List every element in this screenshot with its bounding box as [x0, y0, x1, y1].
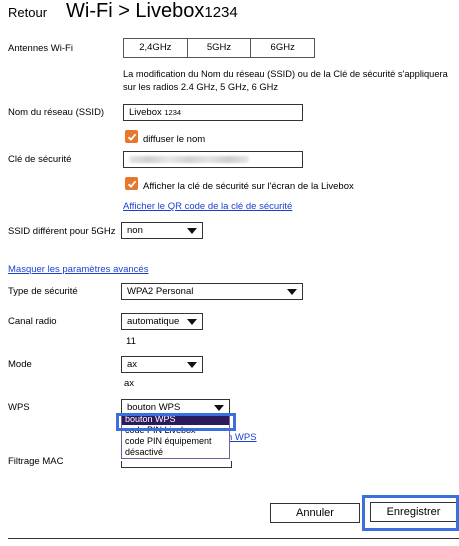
chevron-down-icon — [187, 361, 197, 368]
ssid-5ghz-value: non — [127, 225, 143, 236]
mode-label: Mode — [8, 359, 32, 370]
show-key-checkbox[interactable] — [125, 177, 138, 190]
ssid-input[interactable]: Livebox 1234 — [123, 104, 303, 121]
antenna-segmented-control: 2,4GHz 5GHz 6GHz — [123, 38, 315, 58]
cancel-button[interactable]: Annuler — [270, 503, 360, 523]
wps-option-pin-livebox[interactable]: code PIN Livebox — [122, 425, 229, 436]
mode-select[interactable]: ax — [121, 356, 203, 373]
channel-label: Canal radio — [8, 316, 57, 327]
save-button[interactable]: Enregistrer — [370, 502, 457, 522]
antenna-option-2-4ghz[interactable]: 2,4GHz — [124, 39, 188, 57]
wps-option-bouton[interactable]: bouton WPS — [122, 414, 229, 425]
ssid-5ghz-label: SSID différent pour 5GHz — [8, 226, 116, 237]
show-key-label: Afficher la clé de sécurité sur l'écran … — [143, 181, 354, 192]
ssid-input-value: Livebox — [129, 107, 162, 118]
checkmark-icon — [127, 133, 136, 141]
footer-divider — [8, 538, 459, 539]
page-title-text: Wi-Fi > Livebox — [66, 0, 205, 22]
security-key-label: Clé de sécurité — [8, 154, 72, 165]
chevron-down-icon — [187, 227, 197, 234]
wps-value: bouton WPS — [127, 402, 181, 413]
current-mode: ax — [124, 378, 135, 389]
page-title-ssid: 1234 — [204, 4, 238, 21]
antenna-option-6ghz[interactable]: 6GHz — [251, 39, 314, 57]
security-type-value: WPA2 Personal — [127, 286, 194, 297]
back-link[interactable]: Retour — [8, 5, 47, 20]
chevron-down-icon — [214, 404, 224, 411]
qr-code-link[interactable]: Afficher le QR code de la clé de sécurit… — [123, 201, 292, 212]
broadcast-label: diffuser le nom — [143, 134, 206, 145]
ssid-input-value-suffix: 1234 — [164, 108, 182, 117]
ssid-5ghz-select[interactable]: non — [121, 222, 203, 239]
checkmark-icon — [127, 180, 136, 188]
page-title: Wi-Fi > Livebox1234 — [66, 0, 238, 23]
mac-filter-select[interactable] — [121, 461, 232, 468]
broadcast-checkbox[interactable] — [125, 130, 138, 143]
security-key-input[interactable] — [123, 151, 303, 168]
wps-option-pin-equipement[interactable]: code PIN équipement — [122, 436, 229, 447]
wps-link[interactable]: n WPS — [227, 432, 257, 443]
current-channel: 11 — [126, 336, 136, 347]
chevron-down-icon — [287, 288, 297, 295]
wps-label: WPS — [8, 402, 30, 413]
wps-dropdown-list: bouton WPS code PIN Livebox code PIN équ… — [121, 413, 230, 459]
ssid-label: Nom du réseau (SSID) — [8, 107, 105, 118]
channel-value: automatique — [127, 316, 180, 327]
chevron-down-icon — [187, 318, 197, 325]
security-type-label: Type de sécurité — [8, 286, 78, 297]
mac-filter-label: Filtrage MAC — [8, 456, 64, 467]
security-type-select[interactable]: WPA2 Personal — [121, 283, 303, 300]
mode-value: ax — [127, 359, 138, 370]
wps-option-desactive[interactable]: désactivé — [122, 447, 229, 458]
channel-select[interactable]: automatique — [121, 313, 203, 330]
hide-advanced-link[interactable]: Masquer les paramètres avancés — [8, 264, 148, 275]
masked-key-value — [129, 156, 249, 163]
antenna-option-5ghz[interactable]: 5GHz — [188, 39, 252, 57]
ssid-change-note: La modification du Nom du réseau (SSID) … — [123, 69, 448, 92]
antennas-label: Antennes Wi-Fi — [8, 43, 73, 54]
